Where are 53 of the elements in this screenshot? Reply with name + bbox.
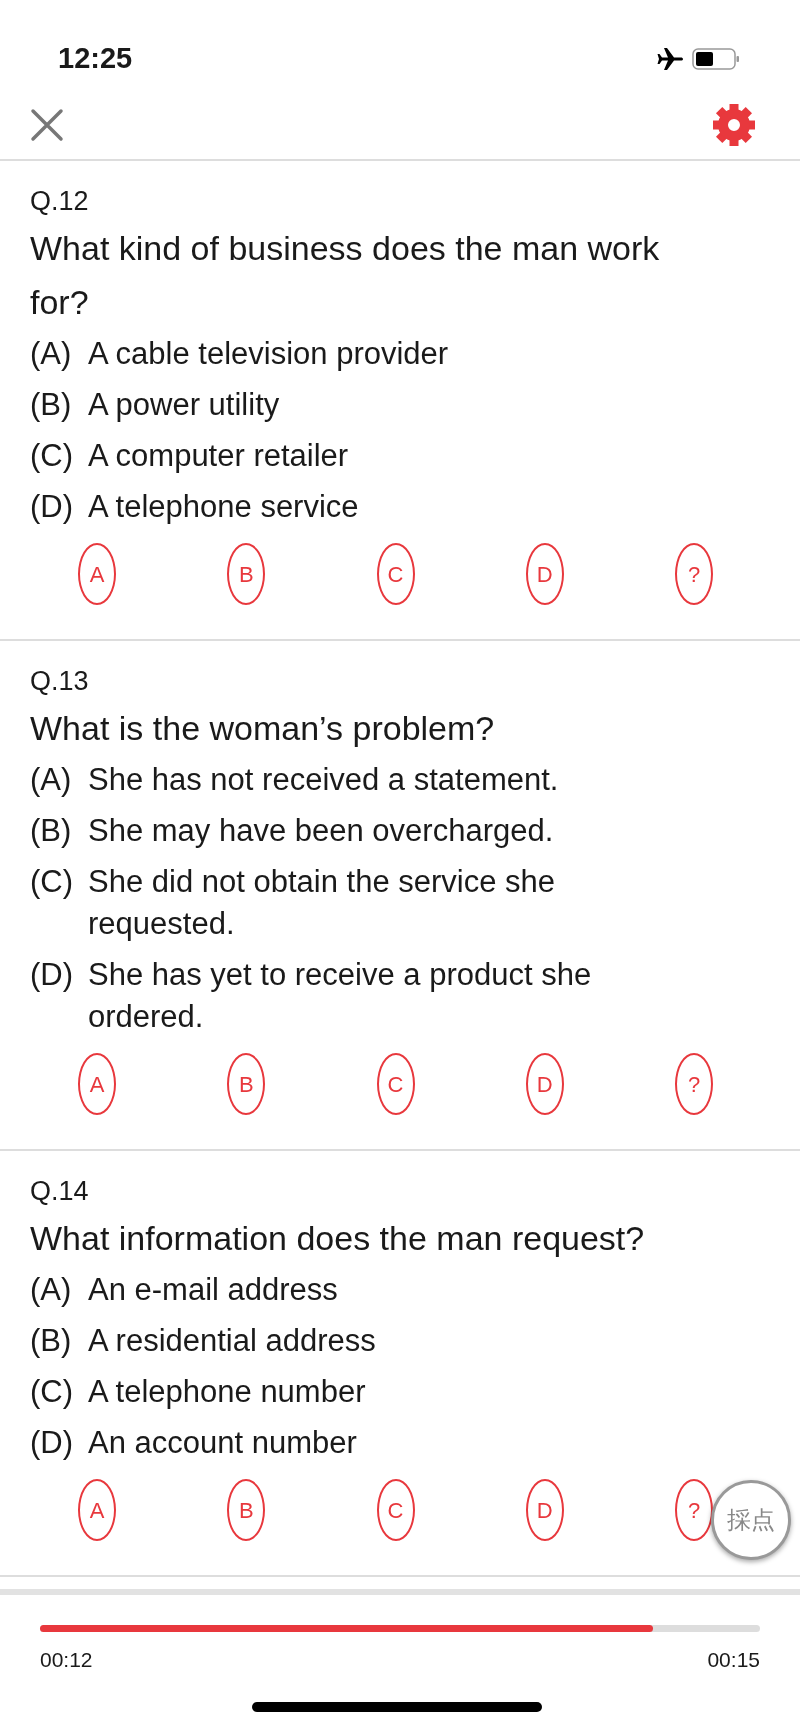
answer-button[interactable]: A xyxy=(78,543,116,605)
option-text: She has not received a statement. xyxy=(88,761,559,799)
option-letter: (C) xyxy=(30,1373,75,1411)
answer-button[interactable]: B xyxy=(227,543,266,605)
elapsed-time: 00:12 xyxy=(40,1647,93,1673)
close-button[interactable] xyxy=(30,107,64,142)
option-letter: (D) xyxy=(30,956,75,994)
question-number: Q.14 xyxy=(30,1175,90,1208)
option-letter: (A) xyxy=(30,761,73,799)
option-text: A cable television provider xyxy=(88,335,449,373)
option-text: She did not obtain the service she requested. xyxy=(88,863,557,943)
total-time: 00:15 xyxy=(707,1647,760,1673)
option-letter: (D) xyxy=(30,1424,75,1462)
option-letter: (C) xyxy=(30,437,75,475)
answer-button[interactable]: D xyxy=(525,1053,564,1115)
option-letter: (A) xyxy=(30,335,73,373)
status-time: 12:25 xyxy=(58,41,133,77)
option-text: A power utility xyxy=(88,386,280,424)
answer-button[interactable]: A xyxy=(78,1053,116,1115)
option-text: A telephone number xyxy=(88,1373,366,1411)
question-text: What information does the man request? xyxy=(30,1218,646,1259)
option-text: An account number xyxy=(88,1424,357,1462)
answer-button[interactable]: C xyxy=(376,1053,415,1115)
answer-button[interactable]: C xyxy=(376,1479,415,1541)
option-text: A telephone service xyxy=(88,488,359,526)
answer-button[interactable]: C xyxy=(376,543,415,605)
option-letter: (C) xyxy=(30,863,75,901)
question-number: Q.13 xyxy=(30,665,90,698)
option-letter: (B) xyxy=(30,1322,73,1360)
airplane-icon xyxy=(656,47,684,71)
option-text: She may have been overcharged. xyxy=(88,812,554,850)
answer-button[interactable]: A xyxy=(78,1479,116,1541)
option-text: She has yet to receive a product she ordered. xyxy=(88,956,593,1036)
answer-button[interactable]: D xyxy=(525,1479,564,1541)
answer-button[interactable]: B xyxy=(227,1479,266,1541)
answer-button[interactable]: ? xyxy=(675,1479,713,1541)
option-letter: (A) xyxy=(30,1271,73,1309)
option-text: A residential address xyxy=(88,1322,376,1360)
option-letter: (B) xyxy=(30,386,73,424)
answer-button[interactable]: ? xyxy=(675,1053,713,1115)
option-text: An e-mail address xyxy=(88,1271,338,1309)
question-text: What kind of business does the man work for? xyxy=(30,228,661,323)
option-letter: (B) xyxy=(30,812,73,850)
battery-icon xyxy=(692,47,740,71)
answer-button[interactable]: B xyxy=(227,1053,266,1115)
option-text: A computer retailer xyxy=(88,437,349,475)
score-button[interactable]: 採点 xyxy=(711,1480,791,1560)
question-text: What is the woman’s problem? xyxy=(30,708,496,749)
answer-button[interactable]: ? xyxy=(675,543,713,605)
option-letter: (D) xyxy=(30,488,75,526)
close-icon xyxy=(30,107,64,142)
answer-button[interactable]: D xyxy=(525,543,564,605)
question-number: Q.12 xyxy=(30,185,90,218)
